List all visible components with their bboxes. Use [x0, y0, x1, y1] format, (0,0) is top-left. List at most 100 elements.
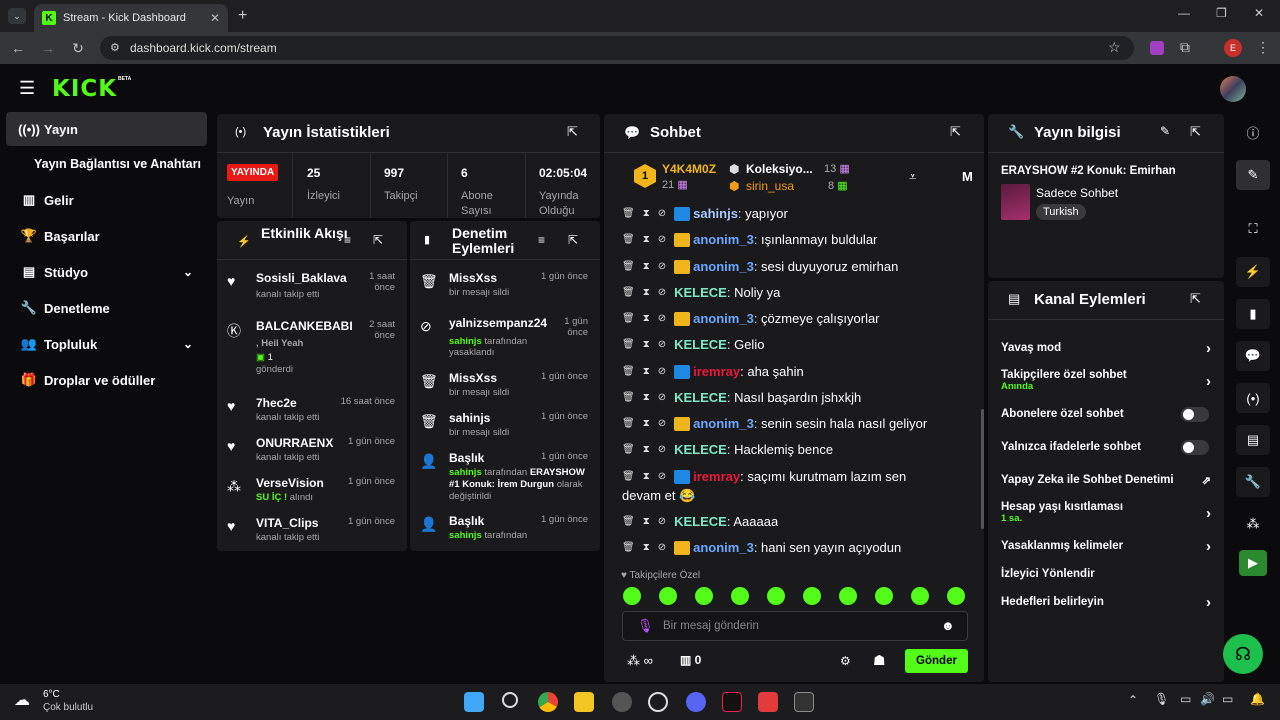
chat-username[interactable]: KELECE — [674, 337, 727, 352]
delete-icon[interactable]: 🗑 — [622, 234, 635, 245]
chat-input[interactable]: 🎙 Bir mesaj gönderin ☻ — [622, 611, 968, 641]
bookmark-star-icon[interactable]: ☆ — [1108, 39, 1121, 56]
chatgpt-icon[interactable] — [648, 692, 668, 712]
forward-button[interactable]: → — [38, 40, 58, 56]
channel-icon[interactable]: ▤ — [1236, 425, 1270, 455]
clips-icon[interactable]: ▶ — [1239, 550, 1267, 576]
sidebar-item-yayin[interactable]: ((•)) Yayın — [6, 112, 207, 146]
emote-button[interactable] — [767, 587, 785, 605]
delete-icon[interactable]: 🗑 — [622, 366, 635, 377]
timeout-icon[interactable]: ⧗ — [643, 444, 650, 455]
points-icon[interactable]: ⁂ — [1236, 509, 1270, 539]
support-headset-icon[interactable]: ☊ — [1223, 634, 1263, 674]
document-icon[interactable]: ▮ — [1236, 299, 1270, 329]
chrome-icon[interactable] — [538, 692, 558, 712]
reload-button[interactable]: ↻ — [68, 40, 88, 57]
chat-message[interactable]: 🗑 ⧗ ⊘ anonim_3: hani sen yayın açıyodun — [622, 540, 901, 555]
sidebar-item-denetleme[interactable]: 🔧 Denetleme — [6, 291, 207, 325]
chat-message[interactable]: 🗑 ⧗ ⊘ anonim_3: sesi duyuyoruz emirhan — [622, 259, 898, 274]
timeout-icon[interactable]: ⧗ — [643, 234, 650, 245]
profile-avatar[interactable]: E — [1224, 39, 1242, 57]
wrench-icon[interactable]: 🔧 — [1236, 467, 1270, 497]
emote-button[interactable] — [947, 587, 965, 605]
action-slow-mode[interactable]: Yavaş mod › — [1001, 340, 1211, 357]
delete-icon[interactable]: 🗑 — [622, 542, 635, 553]
ban-icon[interactable]: ⊘ — [658, 471, 666, 482]
chat-username[interactable]: anonim_3 — [693, 540, 754, 555]
action-ai-moderation[interactable]: Yapay Zeka ile Sohbet Denetimi ⇗ — [1001, 474, 1211, 487]
windows-start-icon[interactable] — [464, 692, 484, 712]
site-info-icon[interactable]: ⚙ — [110, 41, 120, 54]
search-icon[interactable] — [502, 692, 518, 708]
hamburger-menu-icon[interactable]: ☰ — [19, 78, 35, 99]
microphone-icon[interactable]: 🎙 — [637, 618, 654, 634]
sidebar-item-studyo[interactable]: ▤ Stüdyo ⌄ — [6, 255, 207, 289]
action-emote-only[interactable]: Yalnızca ifadelerle sohbet — [1001, 440, 1211, 455]
chat-message[interactable]: 🗑 ⧗ ⊘ KELECE: Noliy ya — [622, 285, 780, 300]
terminal-icon[interactable] — [794, 692, 814, 712]
subs-only-toggle[interactable] — [1181, 407, 1209, 422]
timeout-icon[interactable]: ⧗ — [643, 542, 650, 553]
emoji-icon[interactable]: ☻ — [941, 618, 955, 633]
folder-icon[interactable] — [574, 692, 594, 712]
sidebar-item-stream-key[interactable]: Yayın Bağlantısı ve Anahtarı — [34, 147, 214, 181]
chat-message[interactable]: 🗑 ⧗ ⊘ KELECE: Gelio — [622, 337, 764, 352]
chat-message[interactable]: 🗑 ⧗ ⊘ sahinjs: yapıyor — [622, 206, 788, 221]
ban-icon[interactable]: ⊘ — [658, 366, 666, 377]
users-icon[interactable]: ☗ — [873, 652, 886, 669]
emote-button[interactable] — [695, 587, 713, 605]
delete-icon[interactable]: 🗑 — [622, 339, 635, 350]
chat-username[interactable]: iremray — [693, 364, 740, 379]
chat-username[interactable]: anonim_3 — [693, 259, 754, 274]
notification-bell-icon[interactable]: 🔔 — [1250, 692, 1265, 706]
microphone-icon[interactable]: 🎙 — [1154, 692, 1169, 706]
ban-icon[interactable]: ⊘ — [658, 339, 666, 350]
timeout-icon[interactable]: ⧗ — [643, 261, 650, 272]
chat-username[interactable]: KELECE — [674, 285, 727, 300]
popout-icon[interactable]: ⇱ — [567, 124, 578, 140]
tag-chip[interactable]: Turkish — [1036, 204, 1086, 220]
timeout-icon[interactable]: ⧗ — [643, 366, 650, 377]
extensions-puzzle-icon[interactable]: ⧉ — [1180, 39, 1190, 56]
chat-message[interactable]: 🗑 ⧗ ⊘ anonim_3: çözmeye çalışıyorlar — [622, 311, 880, 326]
user-avatar[interactable] — [1220, 76, 1246, 102]
timeout-icon[interactable]: ⧗ — [643, 418, 650, 429]
action-raid[interactable]: İzleyici Yönlendir — [1001, 568, 1211, 580]
emote-button[interactable] — [731, 587, 749, 605]
delete-icon[interactable]: 🗑 — [622, 287, 635, 298]
delete-icon[interactable]: 🗑 — [622, 208, 635, 219]
sidebar-item-gelir[interactable]: ▥ Gelir — [6, 183, 207, 217]
chat-message[interactable]: 🗑 ⧗ ⊘ anonim_3: senin sesin hala nasıl geli… — [622, 416, 927, 431]
action-followers-only[interactable]: Takipçilere özel sohbet Anında › — [1001, 369, 1211, 392]
chest-icon[interactable]: ▥ 0 — [680, 653, 701, 667]
popout-icon[interactable]: ⇱ — [950, 124, 961, 140]
delete-icon[interactable]: 🗑 — [622, 418, 635, 429]
ban-icon[interactable]: ⊘ — [658, 261, 666, 272]
tab-search-button[interactable]: ⌄ — [8, 8, 26, 24]
discord-icon[interactable] — [686, 692, 706, 712]
sidebar-item-basarilar[interactable]: 🏆 Başarılar — [6, 219, 207, 253]
emote-button[interactable] — [659, 587, 677, 605]
ban-icon[interactable]: ⊘ — [658, 418, 666, 429]
chat-username[interactable]: iremray — [693, 469, 740, 484]
timeout-icon[interactable]: ⧗ — [643, 287, 650, 298]
timeout-icon[interactable]: ⧗ — [643, 392, 650, 403]
chat-username[interactable]: KELECE — [674, 514, 727, 529]
emote-button[interactable] — [803, 587, 821, 605]
timeout-icon[interactable]: ⧗ — [643, 339, 650, 350]
back-button[interactable]: ← — [8, 40, 28, 56]
chat-message[interactable]: 🗑 ⧗ ⊘ KELECE: Aaaaaa — [622, 514, 778, 529]
emote-only-toggle[interactable] — [1181, 440, 1209, 455]
streaming-app-icon[interactable] — [758, 692, 778, 712]
category-name[interactable]: Sadece Sohbet — [1036, 186, 1118, 200]
action-account-age[interactable]: Hesap yaşı kısıtlaması 1 sa. › — [1001, 501, 1211, 524]
points-icon[interactable]: ⁂ ∞ — [627, 653, 653, 669]
popout-icon[interactable]: ⇱ — [1190, 124, 1201, 140]
delete-icon[interactable]: 🗑 — [622, 516, 635, 527]
new-tab-button[interactable]: + — [238, 7, 247, 25]
filter-icon[interactable]: ≡ — [538, 233, 545, 247]
app-icon[interactable] — [612, 692, 632, 712]
delete-icon[interactable]: 🗑 — [622, 261, 635, 272]
fullscreen-icon[interactable]: ⛶ — [1236, 214, 1270, 244]
delete-icon[interactable]: 🗑 — [622, 313, 635, 324]
